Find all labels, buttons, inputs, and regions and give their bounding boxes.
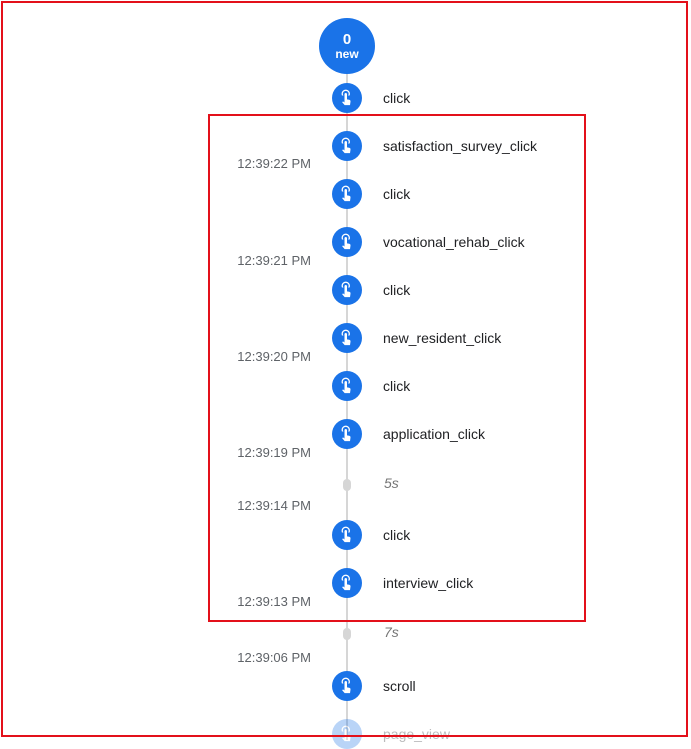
- event-label[interactable]: click: [383, 377, 410, 395]
- event-label[interactable]: click: [383, 89, 410, 107]
- event-label[interactable]: click: [383, 281, 410, 299]
- new-events-label: new: [335, 46, 359, 61]
- new-events-count: 0: [342, 30, 352, 48]
- touch-icon[interactable]: [332, 83, 362, 113]
- timestamp: 12:39:19 PM: [237, 445, 311, 460]
- time-gap-marker: [343, 479, 351, 491]
- touch-icon[interactable]: [332, 568, 362, 598]
- timestamp: 12:39:13 PM: [237, 594, 311, 609]
- event-label[interactable]: click: [383, 185, 410, 203]
- touch-icon[interactable]: [332, 719, 362, 749]
- event-label[interactable]: application_click: [383, 425, 485, 443]
- touch-icon[interactable]: [332, 419, 362, 449]
- event-label[interactable]: vocational_rehab_click: [383, 233, 525, 251]
- timestamp: 12:39:20 PM: [237, 349, 311, 364]
- event-label[interactable]: scroll: [383, 677, 416, 695]
- touch-icon[interactable]: [332, 227, 362, 257]
- timestamp: 12:39:22 PM: [237, 156, 311, 171]
- touch-icon[interactable]: [332, 179, 362, 209]
- timestamp: 12:39:14 PM: [237, 498, 311, 513]
- timestamp: 12:39:21 PM: [237, 253, 311, 268]
- event-label[interactable]: satisfaction_survey_click: [383, 137, 537, 155]
- event-label[interactable]: new_resident_click: [383, 329, 501, 347]
- touch-icon[interactable]: [332, 671, 362, 701]
- event-label[interactable]: interview_click: [383, 574, 473, 592]
- touch-icon[interactable]: [332, 323, 362, 353]
- touch-icon[interactable]: [332, 275, 362, 305]
- timestamp: 12:39:06 PM: [237, 650, 311, 665]
- touch-icon[interactable]: [332, 371, 362, 401]
- touch-icon[interactable]: [332, 520, 362, 550]
- time-gap-label: 5s: [384, 475, 399, 491]
- time-gap-label: 7s: [384, 624, 399, 640]
- new-events-badge[interactable]: 0 new: [319, 18, 375, 74]
- event-label[interactable]: click: [383, 526, 410, 544]
- time-gap-marker: [343, 628, 351, 640]
- touch-icon[interactable]: [332, 131, 362, 161]
- event-label[interactable]: page_view: [383, 725, 450, 743]
